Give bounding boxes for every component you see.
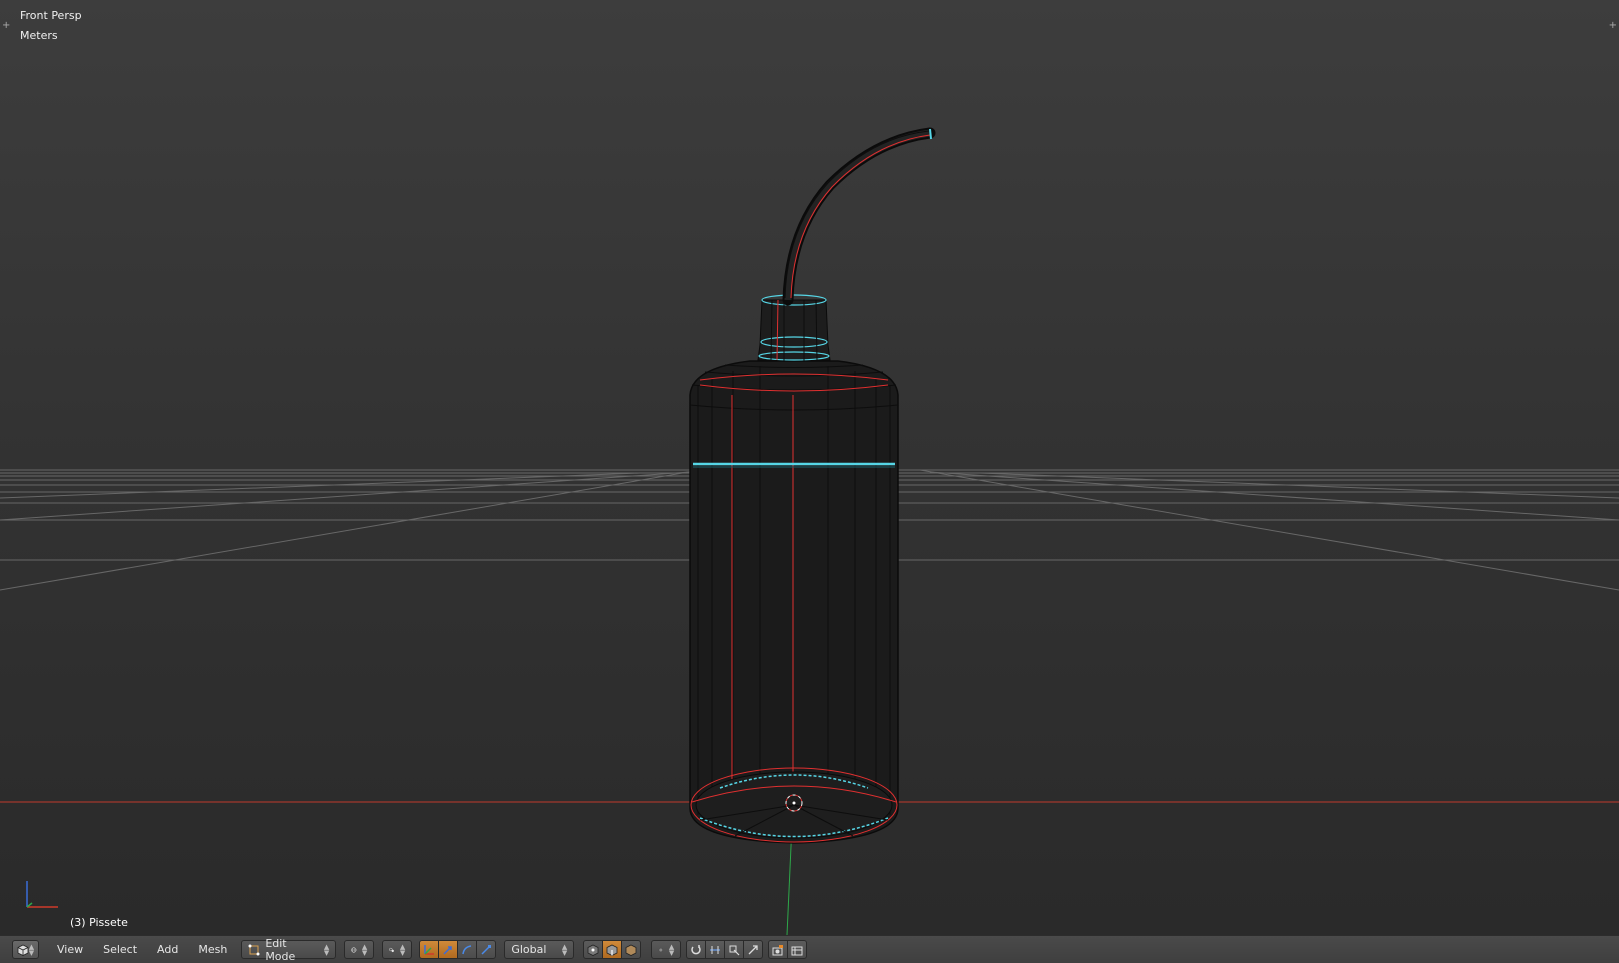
proportional-arrows-icon: ▲ ▼	[668, 942, 675, 957]
snap-group	[686, 940, 764, 959]
menu-select[interactable]: Select	[93, 940, 147, 959]
3d-view-icon	[17, 944, 29, 956]
shading-arrows-icon: ▲ ▼	[361, 942, 368, 957]
rotate-button[interactable]	[457, 940, 478, 959]
select-mode-group	[583, 940, 642, 959]
manipulator-icon	[424, 944, 435, 955]
snap-element-icon	[710, 945, 721, 954]
mode-dropdown[interactable]: Edit Mode ▲ ▼	[241, 937, 337, 963]
manipulator-group	[419, 940, 497, 959]
view-name-label: Front Persp	[20, 9, 82, 22]
grid-units-label: Meters	[20, 29, 58, 42]
bottle-mesh	[689, 127, 936, 844]
translate-button[interactable]	[438, 940, 459, 959]
mode-arrows-icon: ▲ ▼	[323, 942, 330, 957]
vertex-select-button[interactable]	[583, 940, 604, 959]
viewport-header: ▲ ▼ View Select Add Mesh Edit Mode ▲ ▼ ▲ ▼ …	[0, 935, 1619, 963]
region-expand-left-icon[interactable]: +	[2, 20, 10, 31]
render-animation-button[interactable]	[787, 940, 808, 959]
vertex-select-icon	[587, 944, 599, 956]
active-object-label: (3) Pissete	[70, 916, 128, 929]
scale-button[interactable]	[476, 940, 497, 959]
orientation-label: Global	[511, 943, 547, 956]
snap-target-button[interactable]	[724, 940, 745, 959]
axis-orientation-icon	[26, 881, 58, 908]
edge-select-icon	[606, 944, 618, 956]
render-icon	[772, 944, 784, 955]
snap-icon	[691, 944, 702, 954]
edit-mode-icon	[248, 944, 260, 955]
snap-align-icon	[748, 944, 758, 954]
editor-type-button[interactable]: ▲ ▼	[12, 940, 39, 959]
face-select-button[interactable]	[621, 940, 642, 959]
pivot-point-icon	[389, 947, 395, 952]
snap-align-button[interactable]	[743, 940, 764, 959]
snap-element-button[interactable]	[705, 940, 726, 959]
translate-icon	[443, 945, 453, 955]
rotate-icon	[462, 944, 472, 954]
proportional-edit-dropdown[interactable]: ▲ ▼	[651, 940, 682, 959]
scale-icon	[481, 944, 492, 955]
mode-label: Edit Mode	[265, 936, 296, 963]
proportional-edit-icon	[659, 947, 664, 952]
menu-view[interactable]: View	[47, 940, 93, 959]
viewport-shading-dropdown[interactable]: ▲ ▼	[344, 940, 375, 959]
face-select-icon	[625, 944, 637, 956]
edge-select-button[interactable]	[602, 940, 623, 959]
menu-mesh[interactable]: Mesh	[188, 940, 237, 959]
pivot-arrows-icon: ▲ ▼	[399, 942, 406, 957]
editor-type-arrows-icon: ▲ ▼	[28, 942, 35, 957]
pivot-point-dropdown[interactable]: ▲ ▼	[382, 940, 413, 959]
render-group	[768, 940, 808, 959]
snap-toggle-button[interactable]	[686, 940, 707, 959]
region-expand-right-icon[interactable]: +	[1609, 20, 1617, 31]
transform-orientation-dropdown[interactable]: Global ▲ ▼	[504, 940, 575, 959]
menu-add[interactable]: Add	[147, 940, 188, 959]
orientation-arrows-icon: ▲ ▼	[561, 942, 568, 957]
render-still-button[interactable]	[768, 940, 789, 959]
scene-canvas[interactable]	[0, 0, 1619, 935]
sphere-shading-icon	[351, 946, 357, 953]
snap-target-icon	[729, 945, 740, 955]
opengl-render-icon	[791, 946, 803, 955]
3d-viewport[interactable]: + + Front Persp Meters (3) Pissete	[0, 0, 1619, 935]
manipulator-toggle-button[interactable]	[419, 940, 440, 959]
